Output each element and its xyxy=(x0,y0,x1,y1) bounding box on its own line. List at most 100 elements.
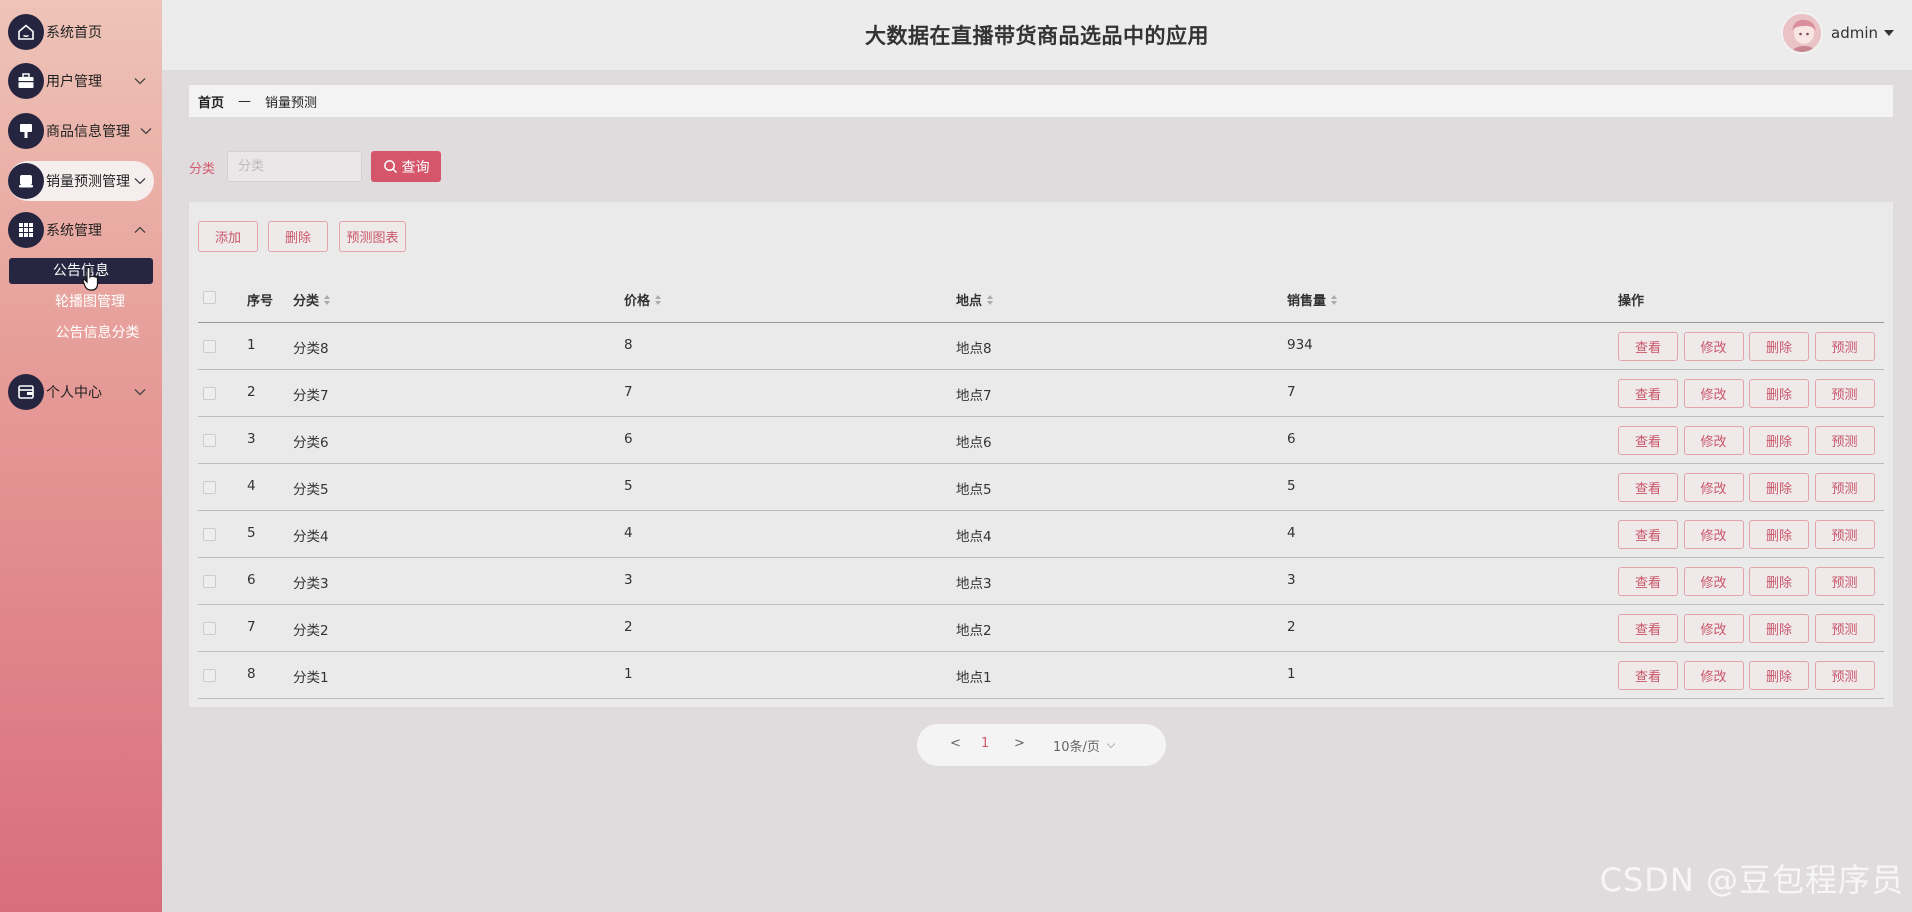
sort-icon[interactable] xyxy=(987,294,994,305)
sidebar-subitem-announcements[interactable]: 公告信息 xyxy=(9,258,153,284)
column-header-label: 分类 xyxy=(293,294,320,309)
top-header: 大数据在直播带货商品选品中的应用 admin xyxy=(162,0,1912,70)
cell-sales: 2 xyxy=(1287,619,1296,635)
predict-button[interactable]: 预测 xyxy=(1814,614,1875,643)
view-button[interactable]: 查看 xyxy=(1618,520,1678,549)
delete-button[interactable]: 删除 xyxy=(1749,473,1809,502)
row-checkbox[interactable] xyxy=(203,434,216,447)
chevron-down-icon xyxy=(140,127,152,137)
column-header-location[interactable]: 地点 xyxy=(956,290,994,309)
row-divider xyxy=(198,416,1884,417)
sort-icon[interactable] xyxy=(324,294,331,305)
cell-category: 分类2 xyxy=(293,623,329,639)
view-button[interactable]: 查看 xyxy=(1618,661,1678,690)
column-header-label: 地点 xyxy=(956,294,983,309)
cell-sales: 6 xyxy=(1287,431,1296,447)
predict-button[interactable]: 预测 xyxy=(1814,379,1875,408)
sidebar-item-profile[interactable]: 个人中心 xyxy=(8,372,154,412)
column-header-actions: 操作 xyxy=(1618,294,1645,309)
user-menu[interactable]: admin xyxy=(1781,12,1894,54)
row-checkbox[interactable] xyxy=(203,622,216,635)
row-checkbox[interactable] xyxy=(203,669,216,682)
column-header-sales[interactable]: 销售量 xyxy=(1287,290,1338,309)
batch-delete-button[interactable]: 删除 xyxy=(268,221,328,252)
sidebar-item-label: 商品信息管理 xyxy=(46,124,130,140)
sidebar-item-label: 个人中心 xyxy=(46,385,102,401)
next-page-button[interactable]: > xyxy=(1014,736,1025,751)
predict-button[interactable]: 预测 xyxy=(1814,520,1875,549)
page-number-button[interactable]: 1 xyxy=(981,736,989,751)
cell-index: 6 xyxy=(247,572,256,588)
delete-button[interactable]: 删除 xyxy=(1749,661,1809,690)
edit-button[interactable]: 修改 xyxy=(1683,379,1744,408)
edit-button[interactable]: 修改 xyxy=(1683,426,1744,455)
chevron-up-icon xyxy=(134,226,146,236)
cell-index: 4 xyxy=(247,478,256,494)
delete-button[interactable]: 删除 xyxy=(1749,379,1809,408)
row-divider xyxy=(198,463,1884,464)
edit-button[interactable]: 修改 xyxy=(1683,614,1744,643)
edit-button[interactable]: 修改 xyxy=(1683,473,1744,502)
chevron-down-icon xyxy=(134,177,146,187)
cell-price: 6 xyxy=(624,431,633,447)
row-checkbox[interactable] xyxy=(203,528,216,541)
view-button[interactable]: 查看 xyxy=(1618,473,1678,502)
delete-button[interactable]: 删除 xyxy=(1749,614,1809,643)
predict-button[interactable]: 预测 xyxy=(1814,332,1875,361)
delete-button[interactable]: 删除 xyxy=(1749,567,1809,596)
forecast-chart-button[interactable]: 预测图表 xyxy=(339,221,406,252)
search-button[interactable]: 查询 xyxy=(371,151,441,182)
sort-icon[interactable] xyxy=(655,294,662,305)
cell-price: 4 xyxy=(624,525,633,541)
user-name: admin xyxy=(1831,24,1878,42)
sidebar-subitem-announcement-categories[interactable]: 公告信息分类 xyxy=(25,320,170,346)
row-checkbox[interactable] xyxy=(203,340,216,353)
sidebar-item-label: 用户管理 xyxy=(46,74,102,90)
grid-icon xyxy=(8,212,44,248)
edit-button[interactable]: 修改 xyxy=(1683,567,1744,596)
delete-button[interactable]: 删除 xyxy=(1749,426,1809,455)
edit-button[interactable]: 修改 xyxy=(1683,332,1744,361)
page-size-select[interactable]: 10条/页 xyxy=(1053,736,1116,755)
delete-button[interactable]: 删除 xyxy=(1749,332,1809,361)
cell-sales: 934 xyxy=(1287,337,1313,353)
view-button[interactable]: 查看 xyxy=(1618,614,1678,643)
edit-button[interactable]: 修改 xyxy=(1683,661,1744,690)
cell-category: 分类8 xyxy=(293,341,329,357)
view-button[interactable]: 查看 xyxy=(1618,426,1678,455)
view-button[interactable]: 查看 xyxy=(1618,567,1678,596)
edit-button[interactable]: 修改 xyxy=(1683,520,1744,549)
sidebar-item-forecast[interactable]: 销量预测管理 xyxy=(8,161,154,201)
row-checkbox[interactable] xyxy=(203,481,216,494)
add-button[interactable]: 添加 xyxy=(198,221,258,252)
view-button[interactable]: 查看 xyxy=(1618,379,1678,408)
sidebar-item-users[interactable]: 用户管理 xyxy=(8,61,154,101)
avatar xyxy=(1781,12,1823,54)
predict-button[interactable]: 预测 xyxy=(1814,426,1875,455)
sidebar-subitem-carousel[interactable]: 轮播图管理 xyxy=(25,289,155,315)
row-checkbox[interactable] xyxy=(203,387,216,400)
view-button[interactable]: 查看 xyxy=(1618,332,1678,361)
select-all-checkbox[interactable] xyxy=(203,291,216,304)
predict-button[interactable]: 预测 xyxy=(1814,661,1875,690)
column-header-label: 销售量 xyxy=(1287,294,1327,309)
predict-button[interactable]: 预测 xyxy=(1814,473,1875,502)
row-checkbox[interactable] xyxy=(203,575,216,588)
sidebar-item-goods[interactable]: 商品信息管理 xyxy=(8,111,154,151)
pagination: < 1 > 10条/页 xyxy=(917,724,1166,766)
caret-down-icon xyxy=(1884,30,1894,36)
breadcrumb-home[interactable]: 首页 xyxy=(198,92,224,111)
sort-icon[interactable] xyxy=(1331,294,1338,305)
breadcrumb: 首页 — 销量预测 xyxy=(189,85,1893,117)
cell-category: 分类5 xyxy=(293,482,329,498)
column-header-price[interactable]: 价格 xyxy=(624,290,662,309)
cell-price: 2 xyxy=(624,619,633,635)
delete-button[interactable]: 删除 xyxy=(1749,520,1809,549)
row-divider xyxy=(198,369,1884,370)
column-header-category[interactable]: 分类 xyxy=(293,290,331,309)
prev-page-button[interactable]: < xyxy=(950,736,961,751)
sidebar-item-home[interactable]: 系统首页 xyxy=(8,12,154,52)
sidebar-item-system[interactable]: 系统管理 xyxy=(8,210,154,250)
category-search-input[interactable] xyxy=(227,151,362,182)
predict-button[interactable]: 预测 xyxy=(1814,567,1875,596)
